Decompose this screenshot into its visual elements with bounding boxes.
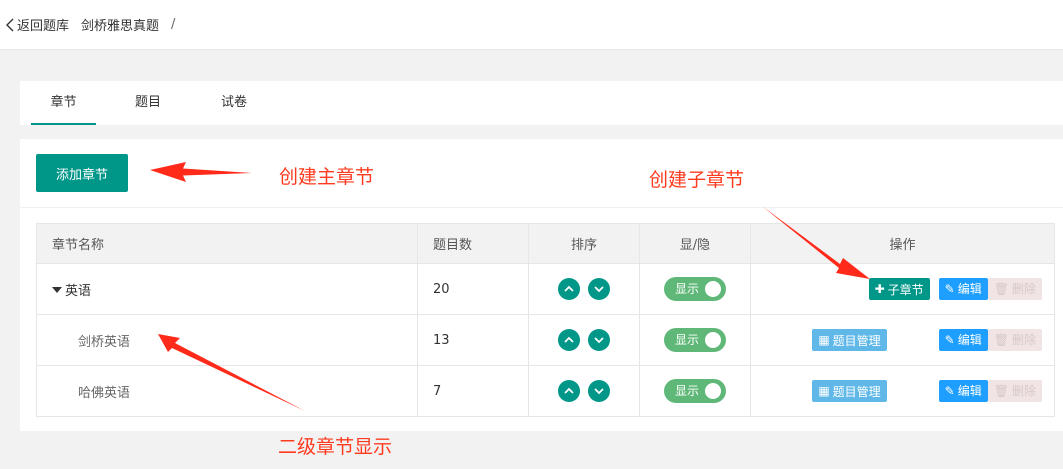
edit-label: 编辑 bbox=[957, 384, 982, 399]
add-sub-chapter-label: 子章节 bbox=[887, 282, 924, 297]
move-up-button[interactable] bbox=[558, 329, 580, 351]
col-header-sort: 排序 bbox=[528, 223, 640, 264]
add-sub-chapter-button[interactable]: ✚ 子章节 bbox=[868, 278, 930, 301]
chevron-down-icon bbox=[594, 388, 604, 395]
sort-cell bbox=[528, 263, 640, 315]
annotation-second-level: 二级章节显示 bbox=[278, 436, 393, 458]
delete-label: 删除 bbox=[1011, 333, 1036, 348]
edit-label: 编辑 bbox=[957, 333, 982, 348]
plus-icon: ✚ bbox=[874, 282, 885, 297]
pencil-icon: ✎ bbox=[944, 332, 955, 347]
delete-label: 删除 bbox=[1011, 282, 1036, 297]
trash-icon: 🗑 bbox=[993, 332, 1009, 347]
visibility-cell: 显示 bbox=[639, 314, 751, 366]
panel-toolbar: 添加章节 bbox=[20, 139, 1063, 208]
question-count: 13 bbox=[417, 314, 529, 366]
table-row: 剑桥英语 13 显示 ▦ 题目管理 ✎ 编辑 🗑 删除 bbox=[36, 314, 1055, 366]
toggle-label: 显示 bbox=[675, 333, 700, 347]
sort-cell bbox=[528, 365, 640, 417]
chapter-panel: 添加章节 章节名称 题目数 排序 显/隐 操作 英语 20 显示 ✚ 子章节 ✎… bbox=[20, 139, 1063, 431]
back-label: 返回题库 bbox=[17, 19, 70, 34]
pencil-icon: ✎ bbox=[944, 281, 955, 296]
question-count: 7 bbox=[417, 365, 529, 417]
grid-icon: ▦ bbox=[818, 333, 830, 348]
delete-button[interactable]: 🗑 删除 bbox=[987, 379, 1042, 402]
sort-cell bbox=[528, 314, 640, 366]
table-row: 英语 20 显示 ✚ 子章节 ✎ 编辑 🗑 删除 bbox=[36, 263, 1055, 315]
grid-icon: ▦ bbox=[818, 384, 830, 399]
chapter-name: 哈佛英语 bbox=[36, 365, 418, 417]
visibility-cell: 显示 bbox=[639, 263, 751, 315]
actions-cell: ▦ 题目管理 ✎ 编辑 🗑 删除 bbox=[750, 314, 1055, 366]
tab-chapters[interactable]: 章节 bbox=[31, 81, 96, 125]
chapter-table: 章节名称 题目数 排序 显/隐 操作 英语 20 显示 ✚ 子章节 ✎ 编辑 🗑… bbox=[36, 223, 1055, 417]
chevron-down-icon bbox=[594, 337, 604, 344]
visibility-cell: 显示 bbox=[639, 365, 751, 417]
toggle-knob bbox=[705, 383, 721, 399]
tab-papers[interactable]: 试卷 bbox=[206, 81, 262, 125]
col-header-count: 题目数 bbox=[417, 223, 529, 264]
tab-bar: 章节 题目 试卷 bbox=[20, 81, 1063, 125]
toggle-label: 显示 bbox=[675, 282, 700, 296]
delete-label: 删除 bbox=[1011, 384, 1036, 399]
edit-label: 编辑 bbox=[957, 282, 982, 297]
breadcrumb-current: 剑桥雅思真题 bbox=[81, 19, 160, 34]
delete-button[interactable]: 🗑 删除 bbox=[987, 277, 1042, 300]
move-down-button[interactable] bbox=[588, 329, 610, 351]
chapter-name-cell: 英语 bbox=[36, 263, 418, 315]
chevron-left-icon bbox=[6, 18, 14, 31]
trash-icon: 🗑 bbox=[993, 383, 1009, 398]
edit-button[interactable]: ✎ 编辑 bbox=[938, 328, 988, 351]
question-count: 20 bbox=[417, 263, 529, 315]
question-manage-label: 题目管理 bbox=[832, 333, 881, 348]
trash-icon: 🗑 bbox=[993, 281, 1009, 296]
col-header-actions: 操作 bbox=[750, 223, 1055, 264]
question-manage-label: 题目管理 bbox=[832, 384, 881, 399]
col-header-name: 章节名称 bbox=[36, 223, 418, 264]
move-down-button[interactable] bbox=[588, 380, 610, 402]
annotation-create-main: 创建主章节 bbox=[279, 166, 375, 188]
chevron-up-icon bbox=[564, 336, 574, 343]
annotation-create-sub: 创建子章节 bbox=[649, 169, 745, 191]
chevron-up-icon bbox=[564, 285, 574, 292]
caret-down-icon[interactable] bbox=[52, 287, 62, 293]
visibility-toggle[interactable]: 显示 bbox=[664, 379, 726, 403]
toggle-label: 显示 bbox=[675, 384, 700, 398]
delete-button[interactable]: 🗑 删除 bbox=[987, 328, 1042, 351]
actions-cell: ▦ 题目管理 ✎ 编辑 🗑 删除 bbox=[750, 365, 1055, 417]
add-chapter-button[interactable]: 添加章节 bbox=[36, 154, 128, 192]
edit-button[interactable]: ✎ 编辑 bbox=[938, 277, 988, 300]
move-down-button[interactable] bbox=[588, 278, 610, 300]
question-manage-button[interactable]: ▦ 题目管理 bbox=[812, 380, 887, 403]
edit-button[interactable]: ✎ 编辑 bbox=[938, 379, 988, 402]
tab-questions[interactable]: 题目 bbox=[120, 81, 176, 125]
visibility-toggle[interactable]: 显示 bbox=[664, 328, 726, 352]
table-header: 章节名称 题目数 排序 显/隐 操作 bbox=[36, 223, 1055, 264]
question-manage-button[interactable]: ▦ 题目管理 bbox=[812, 329, 887, 352]
move-up-button[interactable] bbox=[558, 380, 580, 402]
top-bar: 返回题库 剑桥雅思真题 / bbox=[0, 0, 1063, 50]
breadcrumb-separator: / bbox=[171, 17, 176, 32]
toggle-knob bbox=[705, 332, 721, 348]
col-header-visibility: 显/隐 bbox=[639, 223, 751, 264]
back-link[interactable]: 返回题库 bbox=[5, 15, 69, 34]
move-up-button[interactable] bbox=[558, 278, 580, 300]
chevron-up-icon bbox=[564, 387, 574, 394]
chevron-down-icon bbox=[594, 286, 604, 293]
table-row: 哈佛英语 7 显示 ▦ 题目管理 ✎ 编辑 🗑 删除 bbox=[36, 365, 1055, 417]
pencil-icon: ✎ bbox=[944, 383, 955, 398]
chapter-name: 英语 bbox=[65, 283, 92, 299]
visibility-toggle[interactable]: 显示 bbox=[664, 277, 726, 301]
toggle-knob bbox=[705, 281, 721, 297]
actions-cell: ✚ 子章节 ✎ 编辑 🗑 删除 bbox=[750, 263, 1055, 315]
chapter-name: 剑桥英语 bbox=[36, 314, 418, 366]
